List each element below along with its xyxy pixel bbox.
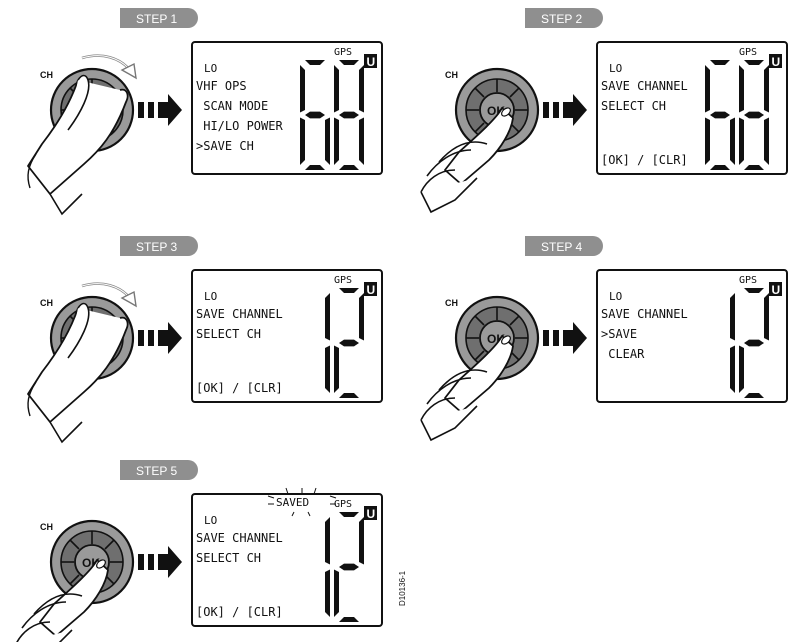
step-label: STEP 4 [525, 236, 603, 256]
step-panel: STEP 4 CHOK GPS U LO SAVE CHANNEL >SAVE CLEAR [420, 236, 788, 441]
menu-line: CLEAR [601, 347, 645, 361]
svg-text:U: U [367, 55, 376, 69]
menu-line: HI/LO POWER [196, 119, 283, 133]
ch-label: CH [445, 70, 458, 80]
lcd-screen: GPS U LO SAVE CHANNEL SELECT CH [OK] / [CLR] [191, 269, 383, 403]
menu-line: SELECT CH [601, 99, 666, 113]
menu-line: SELECT CH [196, 327, 261, 341]
ch-ok-knob: OK [15, 519, 135, 642]
svg-text:U: U [367, 507, 376, 521]
lcd-screen: GPS U LO SAVE CHANNEL SELECT CH [OK] / [CLR] [596, 41, 788, 175]
ch-label: CH [40, 522, 53, 532]
step-label-text: STEP 1 [136, 12, 177, 26]
menu-line: SAVE CHANNEL [196, 307, 283, 321]
menu-line: VHF OPS [196, 79, 247, 93]
power-level: LO [204, 514, 217, 527]
step-panel: STEP 3CHOKGPSULOSAVE CHANNELSELECT CH[OK… [27, 236, 383, 443]
menu-line: SCAN MODE [196, 99, 268, 113]
step-label-text: STEP 2 [541, 12, 582, 26]
svg-text:U: U [367, 283, 376, 297]
power-level: LO [609, 62, 622, 75]
menu-line: SAVE CHANNEL [601, 307, 688, 321]
gps-indicator: GPS [334, 499, 352, 510]
step-panel: STEP 2 CHOK GPS U LO SAVE CHANNEL SELECT CH [OK… [420, 8, 788, 213]
step-label-text: STEP 4 [541, 240, 582, 254]
svg-text:SAVED: SAVED [276, 496, 309, 509]
gps-indicator: GPS [334, 47, 352, 58]
menu-line: SAVE CHANNEL [601, 79, 688, 93]
u-indicator: U [364, 54, 377, 69]
step-panel: STEP 1CHOKGPSULOVHF OPS SCAN MODE HI/LO … [27, 8, 383, 215]
menu-line: SELECT CH [196, 551, 261, 565]
svg-text:U: U [772, 55, 781, 69]
step-label-text: STEP 5 [136, 464, 177, 478]
power-level: LO [609, 290, 622, 303]
svg-text:U: U [772, 283, 781, 297]
menu-line: >SAVE CH [196, 139, 254, 153]
power-level: LO [204, 62, 217, 75]
figure-reference-code: D10136-1 [398, 570, 407, 606]
arrow-right-icon [138, 546, 182, 578]
power-level: LO [204, 290, 217, 303]
arrow-right-icon [138, 94, 182, 126]
ch-label: CH [40, 70, 53, 80]
ch-ok-knob: OK [420, 295, 540, 441]
menu-line: >SAVE [601, 327, 637, 341]
arrow-right-icon [543, 94, 587, 126]
gps-indicator: GPS [739, 47, 757, 58]
step-label: STEP 1 [120, 8, 198, 28]
menu-line: [OK] / [CLR] [601, 153, 688, 167]
u-indicator: U [364, 282, 377, 297]
arrow-right-icon [138, 322, 182, 354]
lcd-screen: GPS U LO VHF OPS SCAN MODE HI/LO POWER >SAVE… [191, 41, 383, 175]
gps-indicator: GPS [334, 275, 352, 286]
u-indicator: U [769, 282, 782, 297]
save-channel-procedure-diagram: STEP 1CHOKGPSULOVHF OPS SCAN MODE HI/LO … [15, 8, 788, 642]
step-label: STEP 2 [525, 8, 603, 28]
u-indicator: U [769, 54, 782, 69]
menu-line: [OK] / [CLR] [196, 605, 283, 619]
menu-line: SAVE CHANNEL [196, 531, 283, 545]
u-indicator: U [364, 506, 377, 521]
gps-indicator: GPS [739, 275, 757, 286]
ch-label: CH [445, 298, 458, 308]
step-label: STEP 5 [120, 460, 198, 480]
ch-ok-knob: OK [420, 67, 540, 213]
lcd-screen: GPS U LO SAVE CHANNEL SELECT CH [OK] / [CLR] S… [191, 487, 383, 627]
arrow-right-icon [543, 322, 587, 354]
ch-label: CH [40, 298, 53, 308]
lcd-screen: GPS U LO SAVE CHANNEL >SAVE CLEAR [596, 269, 788, 403]
menu-line: [OK] / [CLR] [196, 381, 283, 395]
step-label-text: STEP 3 [136, 240, 177, 254]
step-panel: STEP 5 CHOK GPS U LO SAVE CHANNEL SELECT CH [OK… [15, 460, 383, 642]
step-label: STEP 3 [120, 236, 198, 256]
